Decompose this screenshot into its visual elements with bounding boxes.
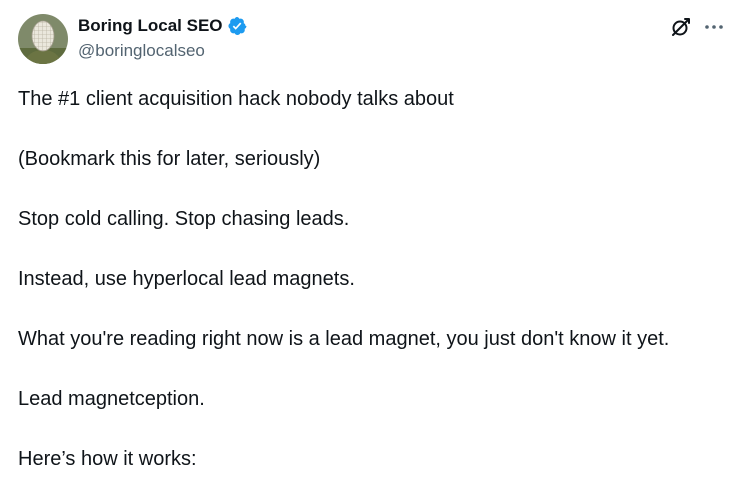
tweet-paragraph: Stop cold calling. Stop chasing leads. xyxy=(18,208,350,230)
verified-badge-icon[interactable] xyxy=(227,16,247,36)
tweet-text: The #1 client acquisition hack nobody ta… xyxy=(18,84,718,474)
author-display-name[interactable]: Boring Local SEO xyxy=(78,16,223,36)
paragraph-spacer xyxy=(18,294,718,324)
author-name-row: Boring Local SEO xyxy=(78,15,247,37)
author-handle[interactable]: @boringlocalseo xyxy=(78,41,205,61)
tweet-card: Boring Local SEO @boringlocalseo The #1 … xyxy=(0,0,745,503)
tweet-paragraph: Instead, use hyperlocal lead magnets. xyxy=(18,268,355,290)
avatar[interactable] xyxy=(18,14,68,64)
tweet-paragraph: (Bookmark this for later, seriously) xyxy=(18,148,321,170)
paragraph-spacer xyxy=(18,174,718,204)
paragraph-spacer xyxy=(18,234,718,264)
paragraph-spacer xyxy=(18,354,718,384)
more-options-icon[interactable] xyxy=(702,15,726,39)
tweet-paragraph: Here’s how it works: xyxy=(18,448,197,470)
tweet-paragraph: Lead magnetception. xyxy=(18,388,205,410)
tweet-paragraph: What you're reading right now is a lead … xyxy=(18,328,670,350)
avatar-image xyxy=(18,14,68,64)
tweet-paragraph: The #1 client acquisition hack nobody ta… xyxy=(18,88,454,110)
paragraph-spacer xyxy=(18,114,718,144)
paragraph-spacer xyxy=(18,414,718,444)
grok-icon[interactable] xyxy=(669,15,693,39)
